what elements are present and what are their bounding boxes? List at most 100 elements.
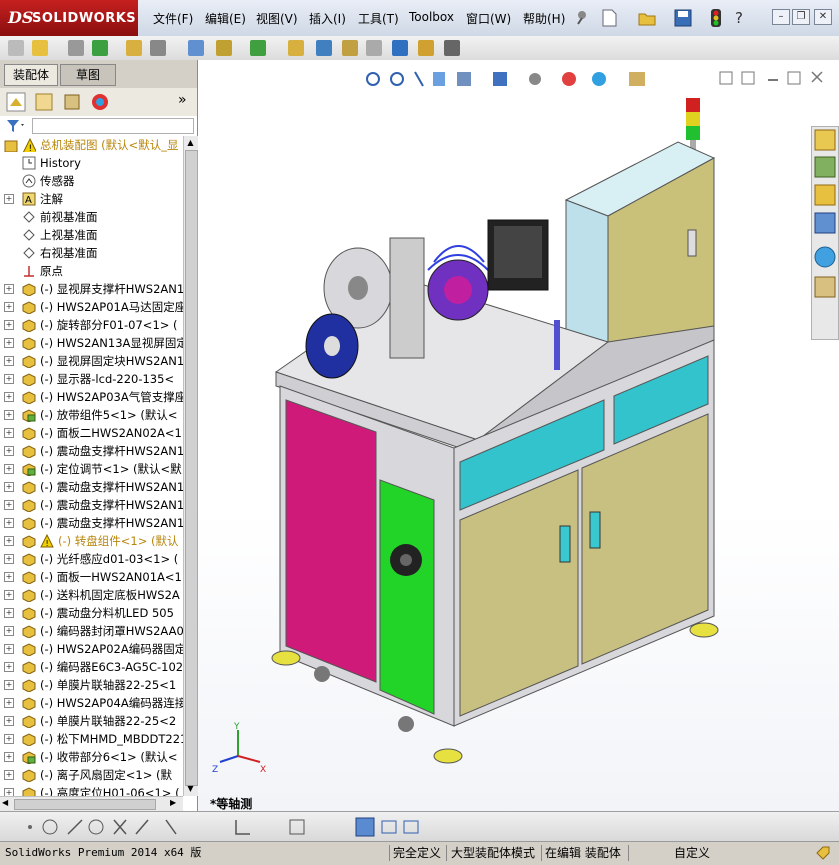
menu-file[interactable]: 文件(F): [153, 10, 193, 27]
menu-help[interactable]: 帮助(H): [523, 10, 565, 27]
tree-item[interactable]: + A 注解: [0, 190, 183, 208]
expand-toggle[interactable]: +: [4, 284, 14, 294]
expand-toggle[interactable]: +: [4, 338, 14, 348]
expand-toggle[interactable]: +: [4, 680, 14, 690]
tree-item[interactable]: 传感器: [0, 172, 183, 190]
tree-item[interactable]: + (-) 显视屏支撑杆HWS2AN1: [0, 280, 183, 298]
expand-toggle[interactable]: +: [4, 662, 14, 672]
tree-item[interactable]: History: [0, 154, 183, 172]
expand-toggle[interactable]: +: [4, 410, 14, 420]
menu-tools[interactable]: 工具(T): [358, 10, 399, 27]
tree-item[interactable]: + (-) 单膜片联轴器22-25<2: [0, 712, 183, 730]
expand-toggle[interactable]: +: [4, 536, 14, 546]
scroll-thumb[interactable]: [185, 150, 198, 786]
tree-item[interactable]: + (-) 震动盘分料机LED 505: [0, 604, 183, 622]
tree-item[interactable]: + (-) 定位调节<1> (默认<默: [0, 460, 183, 478]
tree-item[interactable]: + (-) 震动盘支撑杆HWS2AN1: [0, 514, 183, 532]
tree-item[interactable]: 右视基准面: [0, 244, 183, 262]
filter-icon[interactable]: [6, 119, 26, 133]
tree-item[interactable]: + (-) 震动盘支撑杆HWS2AN1: [0, 496, 183, 514]
help-icon[interactable]: ?: [732, 8, 750, 28]
tree-item[interactable]: + (-) 单膜片联轴器22-25<1: [0, 676, 183, 694]
tree-item[interactable]: + (-) 显示器-lcd-220-135<: [0, 370, 183, 388]
scroll-right-arrow[interactable]: ▶: [170, 798, 176, 807]
expand-toggle[interactable]: +: [4, 716, 14, 726]
tree-item[interactable]: + (-) HWS2AP01A马达固定座: [0, 298, 183, 316]
menu-toolbox[interactable]: Toolbox: [409, 10, 454, 24]
graphics-area[interactable]: Y X Z *等轴测: [198, 60, 839, 811]
menu-view[interactable]: 视图(V): [256, 10, 298, 27]
tree-item[interactable]: + (-) 光纤感应d01-03<1> (: [0, 550, 183, 568]
tree-item[interactable]: + (-) 编码器E6C3-AG5C-102: [0, 658, 183, 676]
tag-icon[interactable]: [815, 845, 831, 861]
tree-item[interactable]: + (-) 旋转部分F01-07<1> (: [0, 316, 183, 334]
expand-toggle[interactable]: +: [4, 356, 14, 366]
tree-item[interactable]: +! (-) 转盘组件<1> (默认: [0, 532, 183, 550]
close-button[interactable]: ✕: [814, 9, 832, 25]
expand-toggle[interactable]: +: [4, 464, 14, 474]
new-document-icon[interactable]: [600, 8, 618, 28]
tree-item[interactable]: + (-) HWS2AP03A气管支撑座: [0, 388, 183, 406]
expand-toggle[interactable]: +: [4, 302, 14, 312]
tree-item[interactable]: + (-) 离子风扇固定<1> (默: [0, 766, 183, 784]
tree-item[interactable]: + (-) HWS2AP04A编码器连接: [0, 694, 183, 712]
tab-sketch[interactable]: 草图: [60, 64, 116, 86]
rebuild-traffic-light-icon[interactable]: [710, 8, 722, 28]
expand-toggle[interactable]: +: [4, 590, 14, 600]
feature-manager-icon[interactable]: [6, 92, 26, 112]
configuration-manager-icon[interactable]: [62, 92, 82, 112]
expand-toggle[interactable]: +: [4, 752, 14, 762]
menu-window[interactable]: 窗口(W): [466, 10, 511, 27]
restore-button[interactable]: ❐: [792, 9, 810, 25]
open-folder-icon[interactable]: [637, 8, 657, 28]
tree-item[interactable]: + (-) HWS2AP02A编码器固定: [0, 640, 183, 658]
expand-toggle[interactable]: +: [4, 518, 14, 528]
sketch-toolbar-icons[interactable]: [0, 812, 440, 842]
assembly-model-view[interactable]: [258, 80, 798, 800]
expand-toggle[interactable]: +: [4, 644, 14, 654]
pin-icon[interactable]: [574, 9, 590, 25]
unit-system[interactable]: 自定义: [674, 845, 710, 861]
display-manager-icon[interactable]: [90, 92, 110, 112]
expand-toggle[interactable]: +: [4, 374, 14, 384]
filter-input[interactable]: [32, 118, 194, 134]
tree-item[interactable]: 前视基准面: [0, 208, 183, 226]
tree-item[interactable]: 原点: [0, 262, 183, 280]
scroll-up-arrow[interactable]: ▲: [185, 138, 196, 148]
property-manager-icon[interactable]: [34, 92, 54, 112]
expand-toggle[interactable]: +: [4, 572, 14, 582]
tree-item[interactable]: + (-) 面板一HWS2AN01A<1>: [0, 568, 183, 586]
tree-item[interactable]: + (-) 面板二HWS2AN02A<1>: [0, 424, 183, 442]
tree-item[interactable]: 上视基准面: [0, 226, 183, 244]
expand-toggle[interactable]: +: [4, 194, 14, 204]
hscroll-thumb[interactable]: [14, 799, 156, 810]
expand-toggle[interactable]: +: [4, 608, 14, 618]
expand-toggle[interactable]: +: [4, 788, 14, 796]
minimize-button[interactable]: –: [772, 9, 790, 25]
expand-toggle[interactable]: +: [4, 482, 14, 492]
command-toolbar-icons[interactable]: [0, 36, 480, 60]
save-icon[interactable]: [673, 8, 693, 28]
expand-toggle[interactable]: +: [4, 554, 14, 564]
scroll-left-arrow[interactable]: ◀: [2, 798, 8, 807]
tree-item[interactable]: + (-) 放带组件5<1> (默认<: [0, 406, 183, 424]
solidworks-logo[interactable]: DS SOLIDWORKS: [0, 0, 138, 36]
menu-insert[interactable]: 插入(I): [309, 10, 346, 27]
tree-item[interactable]: + (-) 震动盘支撑杆HWS2AN1: [0, 478, 183, 496]
panel-expand-arrow[interactable]: »: [178, 92, 187, 108]
task-pane-icons[interactable]: [812, 127, 838, 339]
expand-toggle[interactable]: +: [4, 734, 14, 744]
tree-item[interactable]: + (-) 收带部分6<1> (默认<: [0, 748, 183, 766]
tree-horizontal-scrollbar[interactable]: ◀ ▶: [0, 796, 183, 811]
tree-item[interactable]: + (-) 送料机固定底板HWS2A: [0, 586, 183, 604]
scroll-down-arrow[interactable]: ▼: [185, 784, 196, 794]
tree-vertical-scrollbar[interactable]: ▲ ▼: [183, 136, 198, 796]
menu-edit[interactable]: 编辑(E): [205, 10, 246, 27]
tree-item[interactable]: + (-) 震动盘支撑杆HWS2AN1: [0, 442, 183, 460]
tree-item[interactable]: + (-) 高度定位H01-06<1> (: [0, 784, 183, 796]
expand-toggle[interactable]: +: [4, 698, 14, 708]
expand-toggle[interactable]: +: [4, 428, 14, 438]
expand-toggle[interactable]: +: [4, 500, 14, 510]
expand-toggle[interactable]: +: [4, 626, 14, 636]
tree-item[interactable]: + (-) 松下MHMD_MBDDT2210_: [0, 730, 183, 748]
